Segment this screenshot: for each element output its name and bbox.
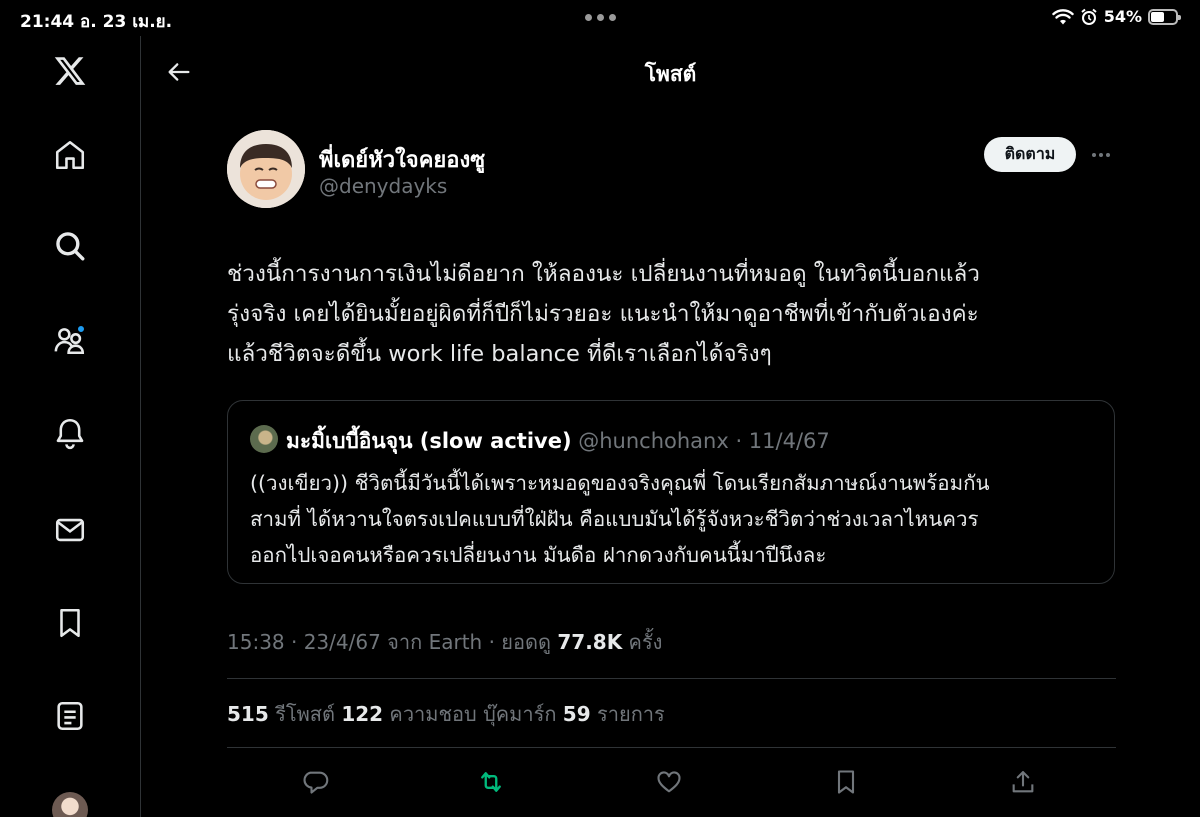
more-options-icon[interactable] xyxy=(1086,140,1116,170)
post-meta: 15:38 · 23/4/67 จาก Earth · ยอดดู 77.8K … xyxy=(227,626,662,658)
status-right: 54% xyxy=(1052,7,1181,26)
post-stats: 515 รีโพสต์ 122 ความชอบ บุ๊คมาร์ก 59 ราย… xyxy=(227,698,665,730)
x-logo-icon[interactable] xyxy=(40,41,100,101)
multitasking-dots[interactable] xyxy=(585,14,616,21)
post-detail: พี่เดย์หัวใจคยองซู @denydayks ติดตาม ช่ว… xyxy=(141,108,1200,817)
bookmark-button[interactable] xyxy=(824,760,868,804)
mail-icon xyxy=(55,518,85,542)
post-text-line: แล้วชีวิตจะดีขึ้น work life balance ที่ด… xyxy=(227,341,772,367)
home-icon xyxy=(55,140,85,170)
sidebar-item-notifications[interactable] xyxy=(40,403,100,463)
battery-percent: 54% xyxy=(1103,7,1142,26)
sidebar-item-communities[interactable] xyxy=(40,310,100,370)
bookmark-icon xyxy=(60,608,80,638)
status-bar: 21:44 อ. 23 เม.ย. 54% xyxy=(0,0,1200,36)
status-time-date: 21:44 อ. 23 เม.ย. xyxy=(20,12,173,32)
bookmarks-label[interactable]: รายการ xyxy=(591,702,665,726)
post-text: ช่วงนี้การงานการเงินไม่ดีอยาก ให้ลองนะ เ… xyxy=(227,254,1127,374)
view-count-suffix: ครั้ง xyxy=(622,630,663,654)
reposts-label[interactable]: รีโพสต์ xyxy=(269,702,342,726)
face-illustration xyxy=(227,130,305,208)
author-name[interactable]: พี่เดย์หัวใจคยองซู xyxy=(319,142,485,177)
bookmarks-count[interactable]: 59 xyxy=(563,702,591,726)
heart-icon xyxy=(657,771,681,793)
bookmark-icon xyxy=(837,770,855,794)
sidebar-item-messages[interactable] xyxy=(40,500,100,560)
battery-level-fill xyxy=(1151,11,1164,22)
view-count: 77.8K xyxy=(557,630,623,654)
reposts-count[interactable]: 515 xyxy=(227,702,269,726)
sidebar-item-home[interactable] xyxy=(40,125,100,185)
sidebar-nav xyxy=(0,36,141,817)
reply-icon xyxy=(303,771,329,794)
wifi-icon xyxy=(1052,8,1074,24)
quoted-text-line: ((วงเขียว)) ชีวิตนี้มีวันนี้ได้เพราะหมอด… xyxy=(250,471,990,495)
post-actions xyxy=(227,760,1115,804)
share-button[interactable] xyxy=(1001,760,1045,804)
sidebar-item-search[interactable] xyxy=(40,216,100,276)
quoted-text-line: ออกไปเจอคนหรือควรเปลี่ยนงาน มันดือ ฝากดว… xyxy=(250,543,827,567)
divider xyxy=(227,678,1116,679)
repost-icon xyxy=(481,772,501,792)
bell-icon xyxy=(56,418,84,450)
sidebar-item-bookmarks[interactable] xyxy=(40,593,100,653)
battery-icon xyxy=(1148,8,1181,25)
reply-button[interactable] xyxy=(293,760,337,804)
quoted-text-line: สามที่ ได้หวานใจตรงเปคแบบที่ใฝ่ฝัน คือแบ… xyxy=(250,507,979,531)
repost-button[interactable] xyxy=(469,760,513,804)
notification-dot xyxy=(76,324,86,334)
post-text-line: ช่วงนี้การงานการเงินไม่ดีอยาก ให้ลองนะ เ… xyxy=(227,261,980,287)
search-icon xyxy=(56,232,85,261)
quoted-post[interactable]: มะมิ้เบบี้อินจุน (slow active) @hunchoha… xyxy=(227,400,1115,584)
alarm-icon xyxy=(1081,8,1097,25)
quoted-author-avatar xyxy=(250,425,278,453)
quoted-post-text: ((วงเขียว)) ชีวิตนี้มีวันนี้ได้เพราะหมอด… xyxy=(250,465,1110,573)
post-header: โพสต์ xyxy=(141,36,1200,108)
sidebar-item-lists[interactable] xyxy=(40,686,100,746)
divider xyxy=(227,747,1116,748)
author-avatar[interactable] xyxy=(227,130,305,208)
follow-button[interactable]: ติดตาม xyxy=(984,137,1076,172)
quoted-author-name: มะมิ้เบบี้อินจุน (slow active) xyxy=(286,429,572,453)
page-title: โพสต์ xyxy=(644,62,697,86)
post-timestamp-source: 15:38 · 23/4/67 จาก Earth · ยอดดู xyxy=(227,630,558,654)
likes-count[interactable]: 122 xyxy=(341,702,383,726)
profile-avatar[interactable] xyxy=(52,792,88,817)
list-icon xyxy=(57,701,83,731)
quoted-post-header: มะมิ้เบบี้อินจุน (slow active) @hunchoha… xyxy=(286,425,830,458)
likes-label[interactable]: ความชอบ บุ๊คมาร์ก xyxy=(383,702,563,726)
like-button[interactable] xyxy=(647,760,691,804)
post-text-line: รุ่งจริง เคยได้ยินมั้ยอยู่ผิดที่ก็ปีก็ไม… xyxy=(227,301,979,327)
share-icon xyxy=(1012,771,1034,793)
author-handle[interactable]: @denydayks xyxy=(319,174,447,198)
quoted-author-handle-date: @hunchohanx · 11/4/67 xyxy=(571,429,830,453)
